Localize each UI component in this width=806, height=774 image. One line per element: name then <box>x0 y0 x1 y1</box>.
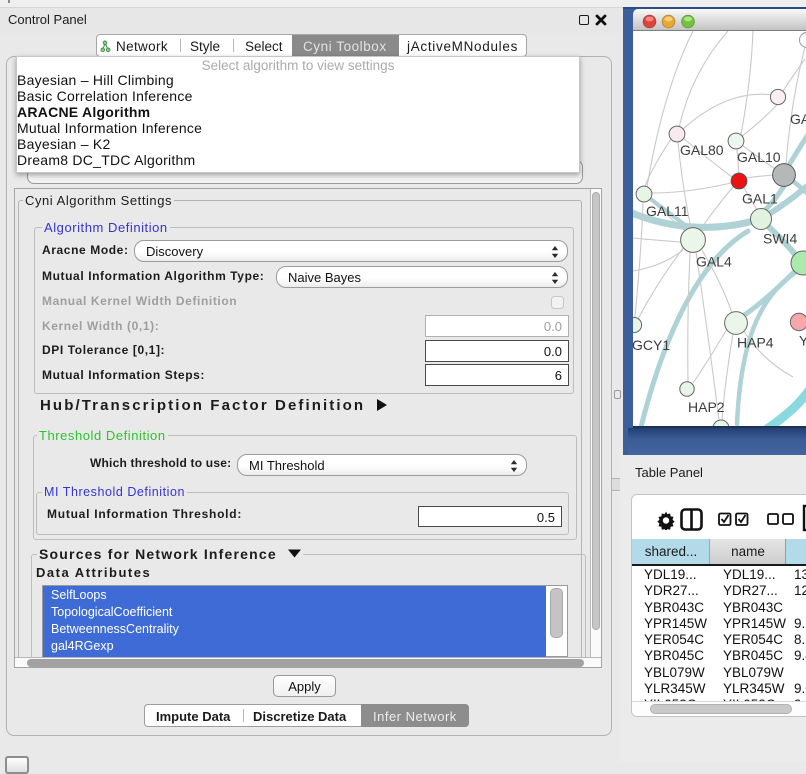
svg-text:SWI4: SWI4 <box>763 230 797 246</box>
svg-text:GAL7: GAL7 <box>790 111 806 127</box>
svg-text:GAL4: GAL4 <box>696 253 732 269</box>
svg-text:YJ: YJ <box>799 333 806 349</box>
svg-text:GAL80: GAL80 <box>680 142 724 158</box>
svg-text:GAL10: GAL10 <box>737 149 781 165</box>
svg-text:HAP2: HAP2 <box>688 399 725 415</box>
svg-text:GAL11: GAL11 <box>646 203 689 219</box>
svg-text:HAP4: HAP4 <box>737 335 774 351</box>
svg-text:GCY1: GCY1 <box>633 337 670 353</box>
svg-text:GAL1: GAL1 <box>742 191 778 207</box>
